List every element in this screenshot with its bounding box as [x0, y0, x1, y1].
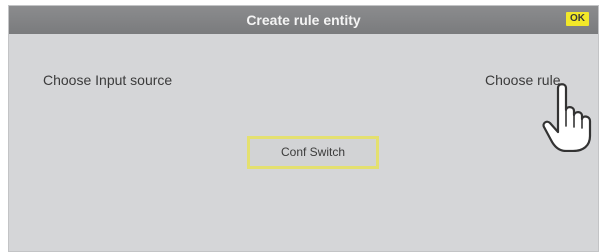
create-rule-entity-screen: Create rule entity OK Choose Input sourc…	[8, 5, 599, 252]
ok-button[interactable]: OK	[566, 12, 589, 26]
conf-switch-button[interactable]: Conf Switch	[247, 136, 379, 169]
window-title: Create rule entity	[246, 12, 361, 28]
choose-input-source-option[interactable]: Choose Input source	[43, 72, 172, 88]
title-bar: Create rule entity OK	[9, 6, 598, 34]
hand-pointer-icon	[542, 83, 592, 152]
